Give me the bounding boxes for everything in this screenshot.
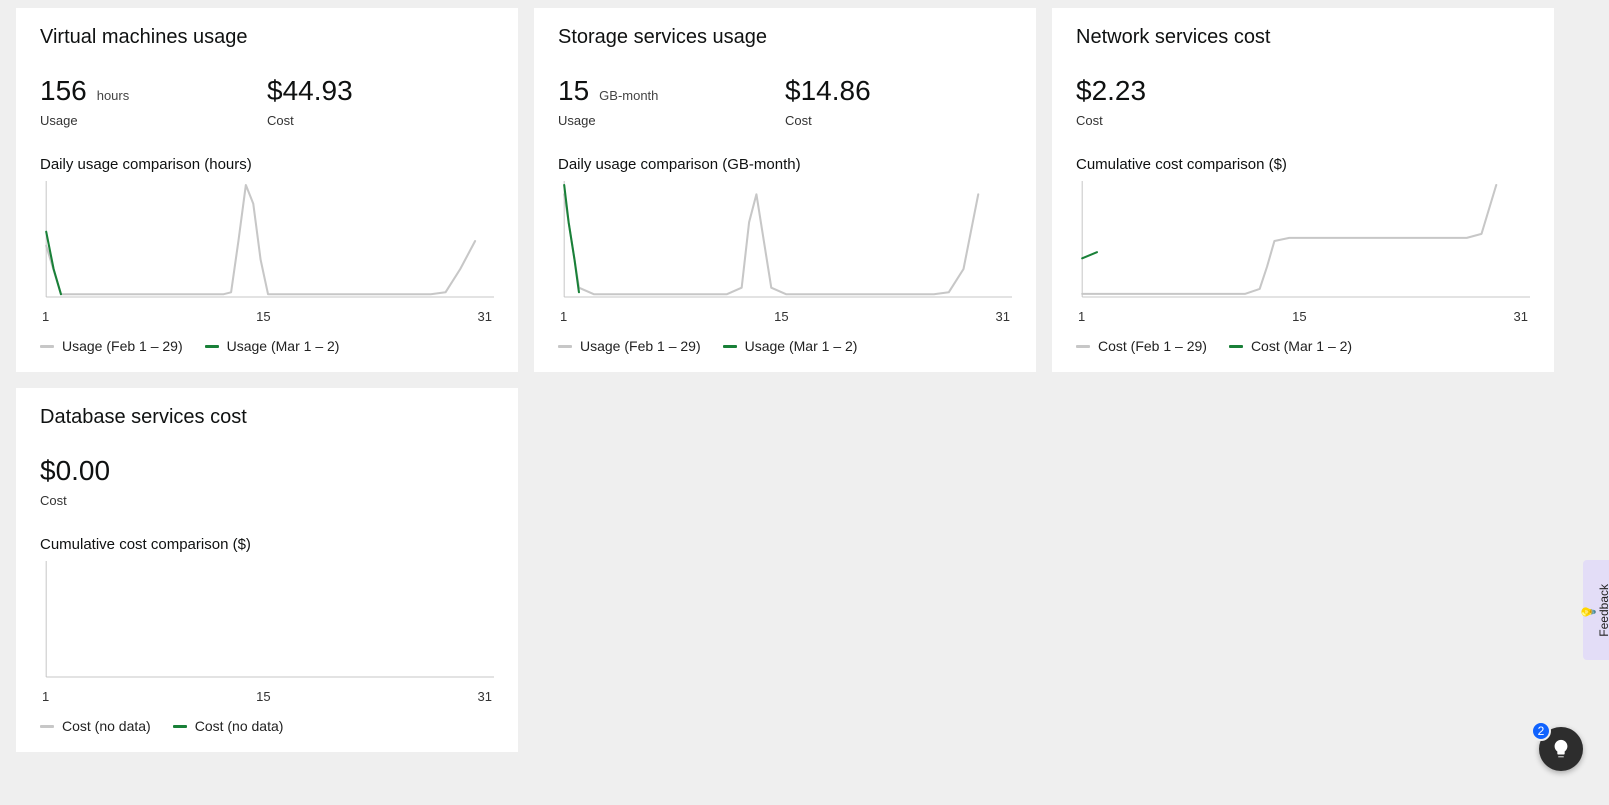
metrics-row: 156 hours Usage $44.93 Cost — [40, 75, 494, 128]
legend-cur[interactable]: Usage (Mar 1 – 2) — [723, 338, 858, 354]
chart[interactable] — [1076, 181, 1530, 301]
legend-prev-label: Usage (Feb 1 – 29) — [580, 338, 701, 354]
metric-label: Usage — [40, 113, 267, 128]
metric-cost: $44.93 Cost — [267, 75, 494, 128]
tick-mid: 15 — [256, 689, 270, 704]
legend-cur-label: Cost (Mar 1 – 2) — [1251, 338, 1352, 354]
metrics-row: $2.23 Cost — [1076, 75, 1530, 128]
legend-cur-label: Usage (Mar 1 – 2) — [745, 338, 858, 354]
legend: Usage (Feb 1 – 29) Usage (Mar 1 – 2) — [40, 338, 494, 354]
chart-title: Cumulative cost comparison ($) — [40, 536, 494, 553]
tick-start: 1 — [560, 309, 567, 324]
legend: Usage (Feb 1 – 29) Usage (Mar 1 – 2) — [558, 338, 1012, 354]
card-title: Virtual machines usage — [40, 26, 494, 49]
legend-prev[interactable]: Usage (Feb 1 – 29) — [558, 338, 701, 354]
metric-label: Cost — [40, 493, 494, 508]
swatch-prev-icon — [40, 725, 54, 728]
metric-label: Cost — [1076, 113, 1530, 128]
assistant-button[interactable]: 2 — [1539, 727, 1583, 771]
metric-cost: $14.86 Cost — [785, 75, 1012, 128]
feedback-label: Feedback — [1597, 584, 1609, 637]
assistant-badge: 2 — [1531, 721, 1551, 741]
legend-prev[interactable]: Usage (Feb 1 – 29) — [40, 338, 183, 354]
legend-cur-label: Cost (no data) — [195, 718, 284, 734]
legend-cur[interactable]: Cost (no data) — [173, 718, 284, 734]
lightbulb-icon: 💡 — [1581, 604, 1597, 620]
tick-end: 31 — [1514, 309, 1528, 324]
chart[interactable] — [558, 181, 1012, 301]
legend-cur[interactable]: Cost (Mar 1 – 2) — [1229, 338, 1352, 354]
metric-cost: $2.23 Cost — [1076, 75, 1530, 128]
metric-label: Cost — [267, 113, 494, 128]
metrics-row: 15 GB-month Usage $14.86 Cost — [558, 75, 1012, 128]
axis-ticks: 1 15 31 — [40, 309, 494, 324]
dashboard-grid: Virtual machines usage 156 hours Usage $… — [16, 8, 1593, 752]
metric-value: $0.00 — [40, 455, 110, 487]
card-title: Storage services usage — [558, 26, 1012, 49]
tick-end: 31 — [478, 689, 492, 704]
metric-value: $2.23 — [1076, 75, 1146, 107]
tick-end: 31 — [478, 309, 492, 324]
legend: Cost (Feb 1 – 29) Cost (Mar 1 – 2) — [1076, 338, 1530, 354]
card-title: Network services cost — [1076, 26, 1530, 49]
metric-value: 156 — [40, 75, 87, 107]
chart[interactable] — [40, 561, 494, 681]
legend-prev-label: Usage (Feb 1 – 29) — [62, 338, 183, 354]
card-virtual-machines-usage: Virtual machines usage 156 hours Usage $… — [16, 8, 518, 372]
metric-cost: $0.00 Cost — [40, 455, 494, 508]
card-network-services-cost: Network services cost $2.23 Cost Cumulat… — [1052, 8, 1554, 372]
tick-mid: 15 — [1292, 309, 1306, 324]
card-database-services-cost: Database services cost $0.00 Cost Cumula… — [16, 388, 518, 752]
axis-ticks: 1 15 31 — [40, 689, 494, 704]
tick-start: 1 — [42, 689, 49, 704]
metric-usage: 156 hours Usage — [40, 75, 267, 128]
tick-start: 1 — [42, 309, 49, 324]
metric-unit: hours — [97, 88, 130, 103]
swatch-cur-icon — [723, 345, 737, 348]
chart[interactable] — [40, 181, 494, 301]
chart-title: Daily usage comparison (GB-month) — [558, 156, 1012, 173]
legend: Cost (no data) Cost (no data) — [40, 718, 494, 734]
metric-value: $44.93 — [267, 75, 353, 107]
swatch-prev-icon — [1076, 345, 1090, 348]
tick-mid: 15 — [774, 309, 788, 324]
swatch-cur-icon — [205, 345, 219, 348]
feedback-tab[interactable]: 💡 Feedback — [1583, 560, 1609, 660]
card-title: Database services cost — [40, 406, 494, 429]
metric-label: Cost — [785, 113, 1012, 128]
axis-ticks: 1 15 31 — [558, 309, 1012, 324]
metrics-row: $0.00 Cost — [40, 455, 494, 508]
legend-prev-label: Cost (Feb 1 – 29) — [1098, 338, 1207, 354]
tick-mid: 15 — [256, 309, 270, 324]
tick-end: 31 — [996, 309, 1010, 324]
swatch-cur-icon — [173, 725, 187, 728]
metric-unit: GB-month — [599, 88, 658, 103]
legend-cur[interactable]: Usage (Mar 1 – 2) — [205, 338, 340, 354]
swatch-prev-icon — [558, 345, 572, 348]
legend-prev[interactable]: Cost (Feb 1 – 29) — [1076, 338, 1207, 354]
metric-value: $14.86 — [785, 75, 871, 107]
swatch-prev-icon — [40, 345, 54, 348]
axis-ticks: 1 15 31 — [1076, 309, 1530, 324]
legend-prev-label: Cost (no data) — [62, 718, 151, 734]
chart-title: Daily usage comparison (hours) — [40, 156, 494, 173]
metric-value: 15 — [558, 75, 589, 107]
legend-cur-label: Usage (Mar 1 – 2) — [227, 338, 340, 354]
chart-title: Cumulative cost comparison ($) — [1076, 156, 1530, 173]
legend-prev[interactable]: Cost (no data) — [40, 718, 151, 734]
swatch-cur-icon — [1229, 345, 1243, 348]
lightbulb-icon — [1550, 738, 1572, 760]
metric-label: Usage — [558, 113, 785, 128]
tick-start: 1 — [1078, 309, 1085, 324]
card-storage-services-usage: Storage services usage 15 GB-month Usage… — [534, 8, 1036, 372]
metric-usage: 15 GB-month Usage — [558, 75, 785, 128]
